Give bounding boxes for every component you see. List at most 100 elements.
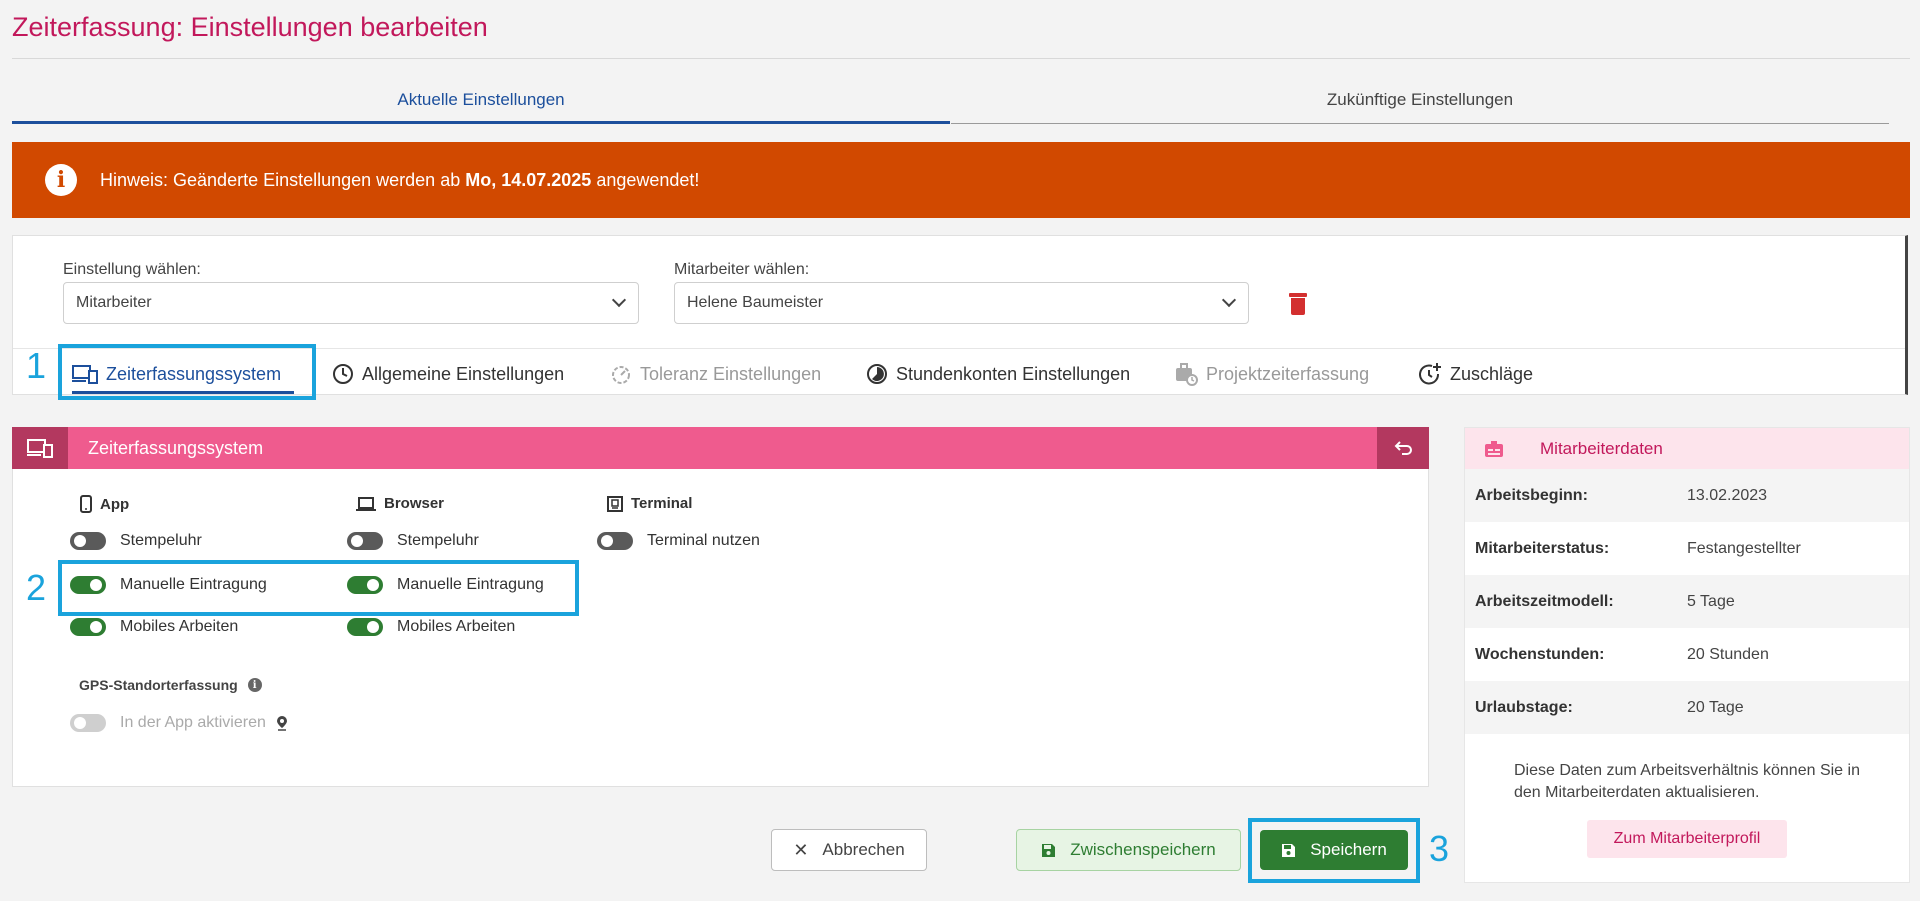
phone-icon bbox=[80, 495, 92, 513]
employee-data-row: Mitarbeiterstatus: Festangestellter bbox=[1465, 522, 1909, 575]
row-key: Wochenstunden: bbox=[1475, 645, 1605, 663]
callout-number-1: 1 bbox=[26, 345, 47, 386]
callout-box-2 bbox=[58, 560, 579, 616]
column-header-app: App bbox=[80, 495, 129, 513]
terminal-nutzen-row[interactable]: Terminal nutzen bbox=[597, 532, 760, 550]
button-label: Abbrechen bbox=[822, 840, 905, 859]
devices-icon bbox=[12, 427, 68, 469]
timer-icon bbox=[612, 366, 630, 384]
chevron-down-icon bbox=[611, 292, 627, 308]
toggle-label: Stempeluhr bbox=[397, 532, 479, 549]
app-mobiles-arbeiten-toggle[interactable] bbox=[70, 618, 106, 636]
row-value: 20 Stunden bbox=[1687, 645, 1769, 663]
setting-select-label: Einstellung wählen: bbox=[63, 261, 201, 278]
setting-select[interactable]: Mitarbeiter bbox=[63, 282, 639, 324]
trash-icon[interactable] bbox=[1289, 293, 1307, 315]
browser-stempeluhr-toggle[interactable] bbox=[347, 532, 383, 550]
row-key: Arbeitszeitmodell: bbox=[1475, 592, 1614, 610]
app-stempeluhr-toggle[interactable] bbox=[70, 532, 106, 550]
callout-number-2: 2 bbox=[26, 567, 47, 608]
browser-mobiles-arbeiten-row[interactable]: Mobiles Arbeiten bbox=[347, 618, 515, 636]
setting-select-value: Mitarbeiter bbox=[76, 294, 152, 311]
close-icon: ✕ bbox=[793, 839, 809, 860]
page-title: Zeiterfassung: Einstellungen bearbeiten bbox=[12, 12, 488, 42]
browser-stempeluhr-row[interactable]: Stempeluhr bbox=[347, 532, 479, 550]
clock-icon bbox=[333, 364, 353, 384]
column-title: Browser bbox=[384, 495, 445, 512]
app-mobiles-arbeiten-row[interactable]: Mobiles Arbeiten bbox=[70, 618, 238, 636]
app-stempeluhr-row[interactable]: Stempeluhr bbox=[70, 532, 202, 550]
callout-box-3 bbox=[1248, 818, 1420, 883]
button-label: Zwischenspeichern bbox=[1070, 840, 1216, 859]
toggle-label: Terminal nutzen bbox=[647, 532, 760, 549]
subtab-label: Stundenkonten Einstellungen bbox=[896, 363, 1131, 384]
terminal-icon bbox=[607, 495, 623, 512]
devices-icon bbox=[72, 365, 98, 384]
subtab-label: Allgemeine Einstellungen bbox=[362, 363, 565, 384]
info-icon[interactable]: i bbox=[247, 678, 262, 692]
panel-header: Zeiterfassungssystem bbox=[12, 427, 1429, 469]
row-value: Festangestellter bbox=[1687, 539, 1801, 557]
employee-data-title: Mitarbeiterdaten bbox=[1540, 438, 1663, 458]
subtab-projektzeiterfassung[interactable]: Projektzeiterfassung bbox=[1174, 356, 1369, 392]
chevron-down-icon bbox=[1221, 292, 1237, 308]
column-title: App bbox=[100, 495, 130, 513]
employee-data-row: Arbeitsbeginn: 13.02.2023 bbox=[1465, 469, 1909, 522]
callout-number-3: 3 bbox=[1429, 828, 1450, 869]
employee-data-row: Arbeitszeitmodell: 5 Tage bbox=[1465, 575, 1909, 628]
column-header-terminal: Terminal bbox=[607, 495, 692, 512]
cancel-button[interactable]: ✕ Abbrechen bbox=[771, 829, 927, 871]
title-divider bbox=[12, 58, 1910, 59]
row-value: 5 Tage bbox=[1687, 592, 1735, 610]
undo-icon[interactable] bbox=[1377, 427, 1429, 469]
employee-select-value: Helene Baumeister bbox=[687, 294, 824, 311]
employee-data-note: Diese Daten zum Arbeitsverhältnis können… bbox=[1514, 762, 1860, 801]
toggle-label: Stempeluhr bbox=[120, 532, 202, 549]
id-badge-icon bbox=[1465, 428, 1522, 469]
notice-suffix: angewendet! bbox=[591, 169, 700, 190]
subtab-zeiterfassungssystem[interactable]: Zeiterfassungssystem bbox=[72, 356, 294, 394]
row-key: Urlaubstage: bbox=[1475, 698, 1573, 716]
briefcase-clock-icon bbox=[1176, 363, 1198, 386]
tab-current-settings[interactable]: Aktuelle Einstellungen bbox=[12, 90, 950, 124]
toggle-label: Mobiles Arbeiten bbox=[397, 618, 516, 635]
column-title: Terminal bbox=[631, 495, 693, 512]
toggle-label: In der App aktivieren bbox=[120, 714, 266, 731]
subtab-label: Projektzeiterfassung bbox=[1206, 363, 1370, 384]
subtab-zuschlaege[interactable]: Zuschläge bbox=[1418, 356, 1533, 392]
gps-title: GPS-Standorterfassung bbox=[79, 677, 238, 693]
employee-select-label: Mitarbeiter wählen: bbox=[674, 261, 810, 278]
floppy-disk-icon bbox=[1042, 843, 1056, 857]
employee-data-header: Mitarbeiterdaten bbox=[1465, 428, 1909, 469]
toggle-label: Mobiles Arbeiten bbox=[120, 618, 239, 635]
info-icon: i bbox=[45, 164, 77, 196]
employee-select[interactable]: Helene Baumeister bbox=[674, 282, 1249, 324]
panel-title: Zeiterfassungssystem bbox=[88, 437, 264, 458]
pie-clock-icon bbox=[867, 364, 887, 384]
notice-prefix: Hinweis: Geänderte Einstellungen werden … bbox=[100, 169, 466, 190]
active-tab-indicator bbox=[72, 391, 294, 394]
subtab-allgemeine-einstellungen[interactable]: Allgemeine Einstellungen bbox=[332, 356, 564, 392]
subtab-label: Zeiterfassungssystem bbox=[106, 363, 282, 384]
employee-profile-button[interactable]: Zum Mitarbeiterprofil bbox=[1587, 820, 1787, 858]
employee-data-row: Wochenstunden: 20 Stunden bbox=[1465, 628, 1909, 681]
save-draft-button[interactable]: Zwischenspeichern bbox=[1016, 829, 1241, 871]
row-key: Arbeitsbeginn: bbox=[1475, 486, 1588, 504]
notice-date: Mo, 14.07.2025 bbox=[465, 169, 592, 190]
gps-app-row: In der App aktivieren bbox=[70, 714, 288, 732]
laptop-icon bbox=[356, 496, 376, 511]
subtab-stundenkonten-einstellungen[interactable]: Stundenkonten Einstellungen bbox=[866, 356, 1130, 392]
notice-banner: i Hinweis: Geänderte Einstellungen werde… bbox=[12, 142, 1910, 218]
subtab-label: Toleranz Einstellungen bbox=[640, 363, 822, 384]
gps-app-toggle bbox=[70, 714, 106, 732]
row-value: 13.02.2023 bbox=[1687, 486, 1768, 504]
tab-future-settings[interactable]: Zukünftige Einstellungen bbox=[951, 90, 1889, 124]
row-key: Mitarbeiterstatus: bbox=[1475, 539, 1610, 557]
row-value: 20 Tage bbox=[1687, 698, 1744, 716]
gps-header: GPS-Standorterfassung i bbox=[79, 677, 262, 693]
employee-data-row: Urlaubstage: 20 Tage bbox=[1465, 681, 1909, 734]
subtab-toleranz-einstellungen[interactable]: Toleranz Einstellungen bbox=[610, 356, 821, 392]
subtab-label: Zuschläge bbox=[1450, 363, 1534, 384]
browser-mobiles-arbeiten-toggle[interactable] bbox=[347, 618, 383, 636]
terminal-nutzen-toggle[interactable] bbox=[597, 532, 633, 550]
